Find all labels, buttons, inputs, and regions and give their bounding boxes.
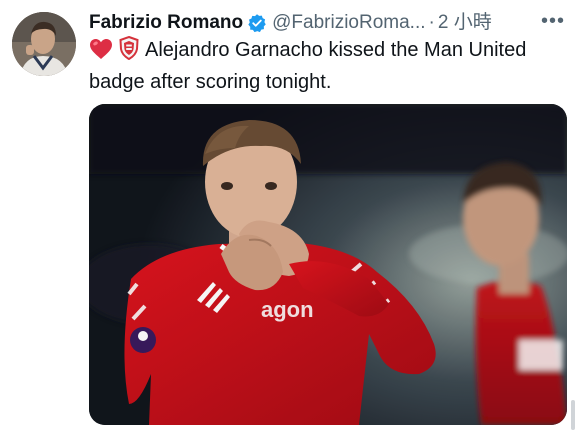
- tweet-photo[interactable]: agon: [89, 104, 567, 425]
- shield-badge-emoji: [119, 35, 139, 68]
- red-heart-emoji: [89, 38, 113, 68]
- tweet-text: Alejandro Garnacho kissed the Man United…: [89, 35, 559, 96]
- tweet-body: Alejandro Garnacho kissed the Man United…: [89, 39, 527, 93]
- tweet-header: Fabrizio Romano @FabrizioRoma... · 2 小時 …: [89, 10, 565, 36]
- scrollbar-thumb[interactable]: [571, 400, 575, 430]
- tweet-card: Fabrizio Romano @FabrizioRoma... · 2 小時 …: [0, 0, 579, 435]
- more-options-icon[interactable]: •••: [541, 10, 565, 32]
- separator-dot: ·: [428, 12, 435, 33]
- author-avatar[interactable]: [12, 12, 76, 76]
- author-handle[interactable]: @FabrizioRoma...: [272, 10, 425, 36]
- verified-badge-icon: [247, 13, 267, 33]
- author-name[interactable]: Fabrizio Romano: [89, 10, 243, 36]
- tweet-timestamp[interactable]: 2 小時: [438, 10, 492, 36]
